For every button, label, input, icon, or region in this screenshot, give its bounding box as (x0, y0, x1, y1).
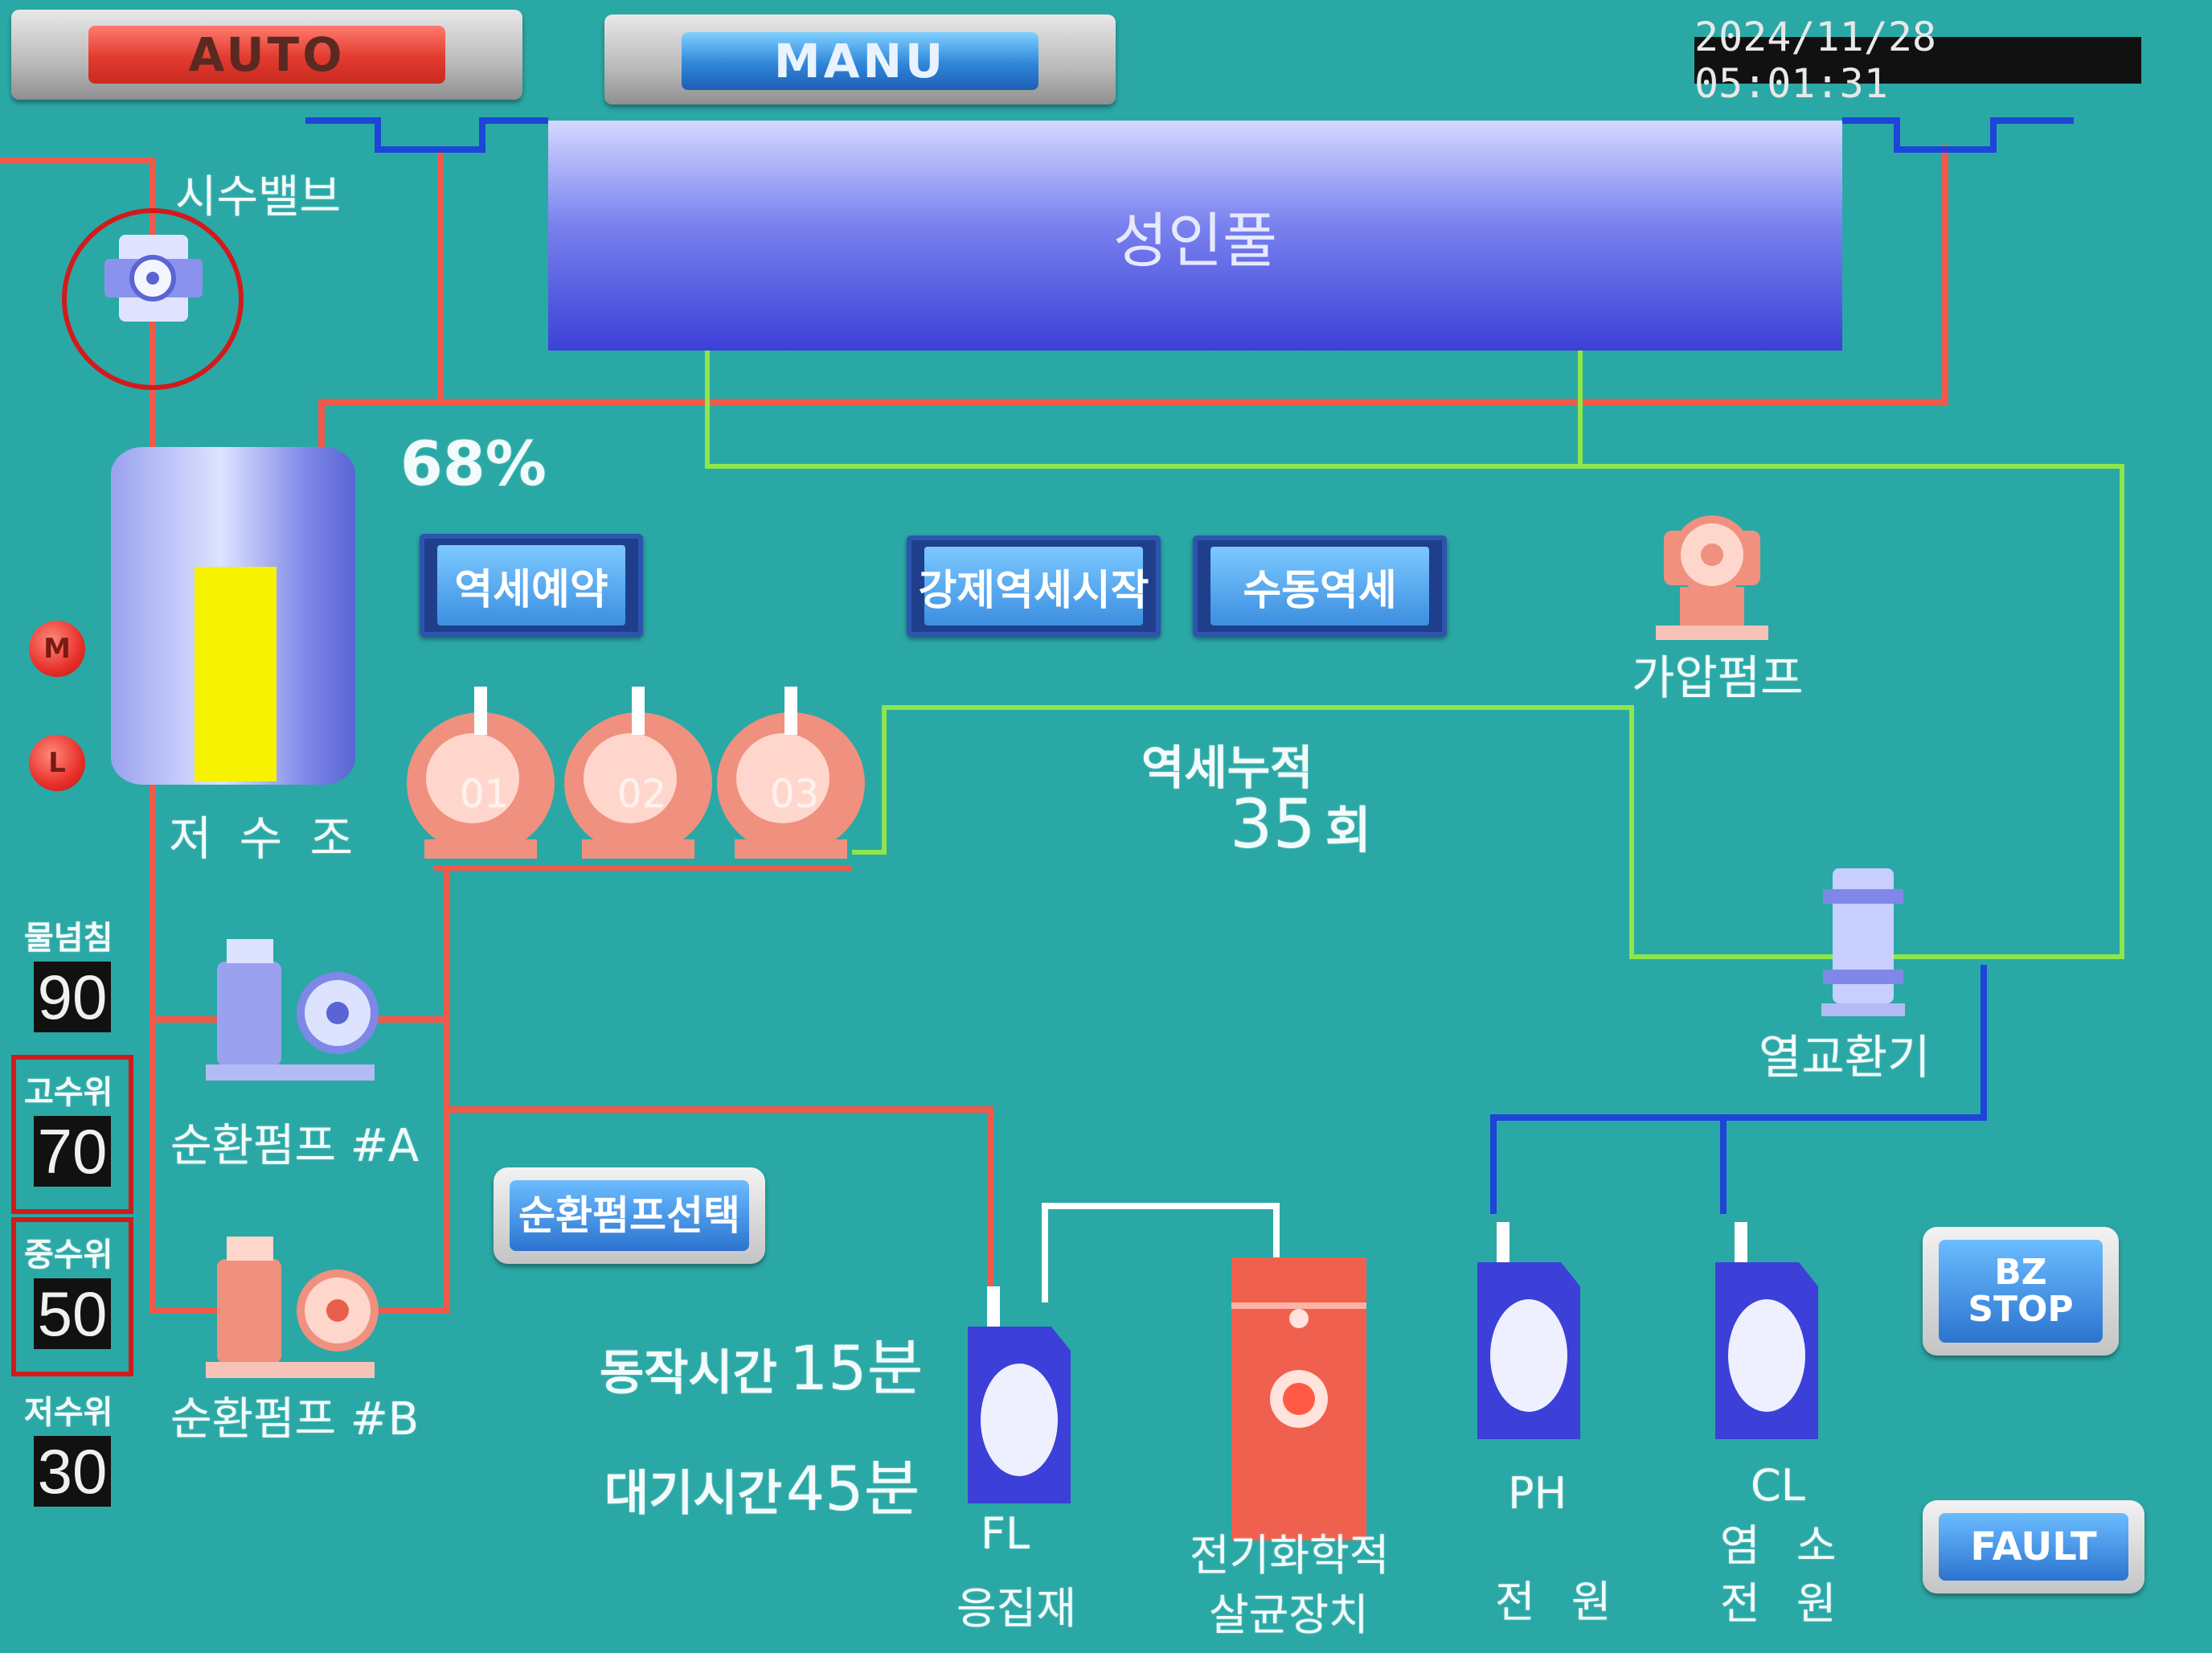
bz-stop-face: BZ STOP (1939, 1240, 2103, 1343)
manual-backwash-button[interactable]: 수동역세 (1193, 535, 1447, 637)
pressure-pump-icon[interactable] (1656, 515, 1768, 640)
heat-exchanger-icon[interactable] (1821, 868, 1905, 1016)
fault-button[interactable]: FAULT (1923, 1500, 2144, 1594)
level-low-value: 30 (34, 1436, 111, 1507)
manu-label: MANU (682, 32, 1038, 90)
pool-label: 성인풀 (1112, 206, 1278, 276)
level-mid-highlight (11, 1217, 133, 1376)
force-backwash-start-label: 강제역세시작 (918, 566, 1149, 615)
pressure-pump-label: 가압펌프 (1632, 650, 1804, 705)
cl-label-line1: CL (1751, 1460, 1805, 1511)
circ-pump-b-icon[interactable] (206, 1237, 379, 1378)
ph-label-line1: PH (1508, 1468, 1567, 1519)
level-overflow-label: 물넘침 (24, 920, 113, 957)
circ-pump-a-icon[interactable] (206, 939, 379, 1081)
fl-tank-icon[interactable] (968, 1286, 1071, 1503)
sterilizer-icon[interactable] (1231, 1257, 1366, 1540)
ph-label-line2: 전 원 (1495, 1577, 1623, 1627)
wait-time-label: 대기시간 (604, 1466, 782, 1522)
level-l-indicator: L (29, 735, 85, 791)
auto-button[interactable]: AUTO (11, 10, 522, 100)
green-pipes (705, 351, 2124, 959)
reservoir-label: 저 수 조 (169, 811, 359, 866)
cl-label-line3: 전 원 (1720, 1578, 1848, 1629)
fl-label-line1: FL (981, 1508, 1030, 1559)
backwash-count-unit: 회 (1325, 801, 1371, 859)
wait-time: 대기시간 45분 (604, 1439, 920, 1528)
water-valve-icon[interactable] (104, 235, 203, 322)
reservoir-percent: 68% (400, 428, 547, 499)
backwash-count-number: 35 (1230, 785, 1316, 863)
filter-01-label: 01 (460, 772, 510, 817)
cl-label-line2: 염 소 (1720, 1520, 1848, 1571)
valve-label: 시수밸브 (175, 171, 342, 224)
level-overflow-value: 90 (34, 962, 111, 1032)
circ-pump-select-label: 순환펌프선택 (510, 1180, 749, 1251)
heat-exchanger-label: 열교환기 (1759, 1030, 1931, 1085)
wait-time-value: 45분 (785, 1453, 920, 1524)
auto-label: AUTO (88, 26, 445, 84)
filter-02-label: 02 (617, 772, 667, 817)
sterilizer-label-line2: 살균장치 (1209, 1589, 1369, 1640)
fault-label: FAULT (1939, 1513, 2128, 1581)
bz-stop-button[interactable]: BZ STOP (1923, 1227, 2119, 1356)
cl-tank-icon[interactable] (1715, 1222, 1818, 1439)
level-m-indicator: M (29, 621, 85, 677)
force-backwash-start-button[interactable]: 강제역세시작 (907, 535, 1161, 637)
run-time: 동작시간 15분 (600, 1319, 924, 1407)
circ-pump-b-label: 순환펌프 #B (170, 1393, 420, 1446)
sterilizer-label-line1: 전기화학적 (1190, 1530, 1390, 1581)
bz-stop-line2: STOP (1968, 1289, 2074, 1330)
backwash-reserve-label: 역세예약 (454, 565, 608, 614)
run-time-value: 15분 (789, 1332, 924, 1404)
level-low-label: 저수위 (24, 1394, 113, 1431)
filter-03-label: 03 (770, 772, 820, 817)
manual-backwash-label: 수동역세 (1243, 566, 1397, 615)
bz-stop-line1: BZ (1994, 1251, 2047, 1293)
run-time-label: 동작시간 (600, 1345, 777, 1401)
fl-label-line2: 응집재 (956, 1583, 1077, 1634)
adult-pool: 성인풀 (548, 121, 1842, 351)
reservoir-level-bar (195, 567, 276, 781)
datetime-display: 2024/11/28 05:01:31 (1694, 14, 2141, 107)
backwash-count-value: 35 회 (1230, 785, 1371, 863)
circ-pump-a-label: 순환펌프 #A (170, 1120, 420, 1172)
circ-pump-select-button[interactable]: 순환펌프선택 (494, 1167, 765, 1264)
manu-button[interactable]: MANU (604, 14, 1116, 105)
backwash-reserve-button[interactable]: 역세예약 (420, 534, 643, 637)
ph-tank-icon[interactable] (1477, 1222, 1580, 1439)
level-high-highlight (11, 1055, 133, 1214)
